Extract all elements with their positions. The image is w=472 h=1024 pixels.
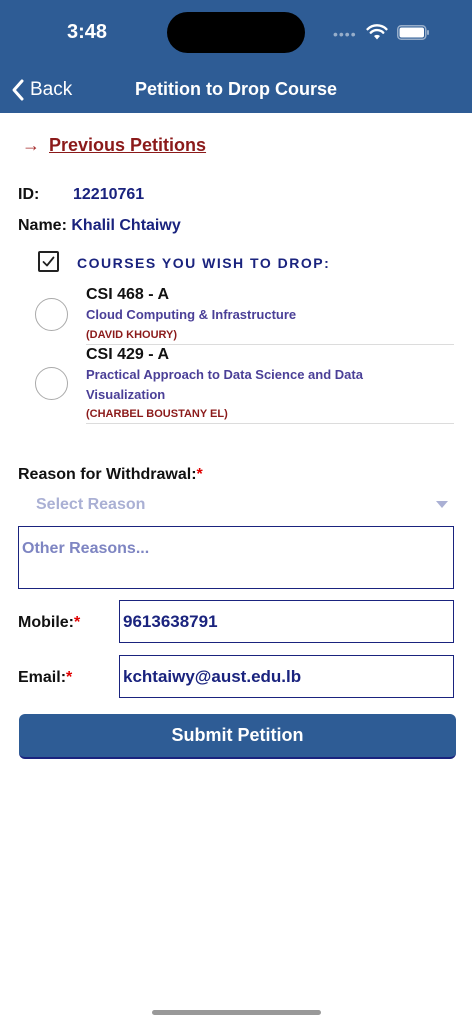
- student-name-value: Khalil Chtaiwy: [71, 217, 181, 234]
- course-name: Practical Approach to Data Science and D…: [86, 367, 363, 402]
- battery-icon: [397, 25, 429, 40]
- course-divider: [86, 344, 454, 345]
- required-mark: *: [196, 466, 203, 483]
- checkmark-icon: [42, 256, 55, 267]
- status-time: 3:48: [67, 21, 108, 43]
- previous-petitions-link[interactable]: → Previous Petitions: [22, 135, 206, 156]
- mobile-label: Mobile:: [18, 614, 74, 631]
- select-all-courses-checkbox[interactable]: [38, 251, 59, 272]
- email-label-row: Email:*: [18, 669, 72, 687]
- mobile-field[interactable]: 9613638791: [119, 600, 454, 643]
- email-field[interactable]: kchtaiwy@aust.edu.lb: [119, 655, 454, 698]
- student-id-label: ID:: [18, 186, 40, 203]
- wifi-icon: [366, 24, 388, 40]
- mobile-label-row: Mobile:*: [18, 614, 80, 632]
- app-header: 3:48 •••• Back Petition to Drop Course: [0, 0, 472, 113]
- course-code: CSI 468 - A: [86, 286, 169, 303]
- courses-heading: COURSES YOU WISH TO DROP:: [77, 255, 331, 271]
- home-indicator: [152, 1010, 321, 1015]
- student-name-row: Name: Khalil Chtaiwy: [18, 217, 181, 235]
- course-divider: [86, 423, 454, 424]
- reason-select[interactable]: Select Reason: [36, 496, 145, 514]
- required-mark: *: [66, 669, 73, 686]
- student-id-row: ID: 12210761: [18, 186, 144, 204]
- student-id-value: 12210761: [73, 186, 145, 203]
- course-radio-csi429[interactable]: [35, 367, 68, 400]
- required-mark: *: [74, 614, 81, 631]
- reason-label: Reason for Withdrawal:: [18, 466, 197, 483]
- caret-down-icon[interactable]: [436, 501, 448, 508]
- course-radio-csi468[interactable]: [35, 298, 68, 331]
- submit-petition-button[interactable]: Submit Petition: [19, 714, 456, 759]
- email-label: Email:: [18, 669, 67, 686]
- dynamic-island: [167, 12, 305, 53]
- cellular-signal-icon: ••••: [333, 26, 357, 42]
- course-name: Cloud Computing & Infrastructure: [86, 307, 297, 322]
- student-name-label: Name:: [18, 217, 67, 234]
- reason-label-row: Reason for Withdrawal:*: [18, 466, 203, 484]
- course-code: CSI 429 - A: [86, 346, 169, 363]
- previous-petitions-label: Previous Petitions: [49, 135, 207, 155]
- course-instructor: (CHARBEL BOUSTANY EL): [86, 408, 228, 420]
- page-title: Petition to Drop Course: [135, 79, 337, 99]
- arrow-right-icon: →: [22, 135, 40, 155]
- course-instructor: (DAVID KHOURY): [86, 329, 178, 341]
- other-reasons-input[interactable]: Other Reasons...: [18, 526, 454, 589]
